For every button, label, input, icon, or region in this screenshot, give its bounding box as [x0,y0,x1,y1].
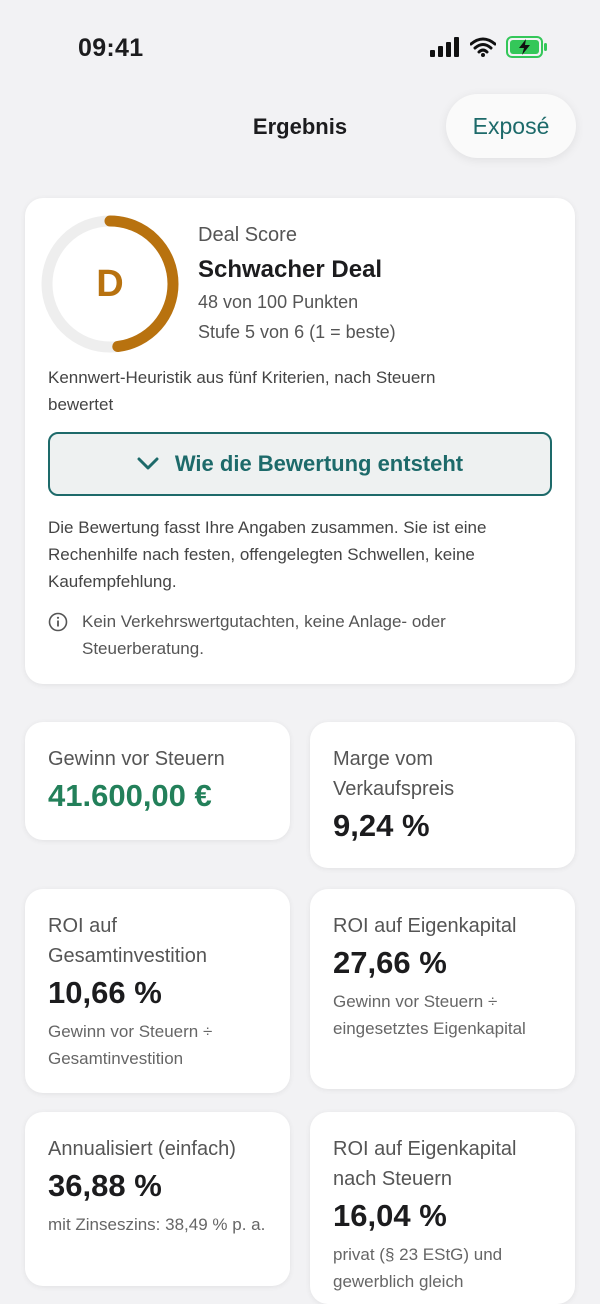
metric-value: 16,04 % [333,1198,447,1233]
score-label: Deal Score [198,224,297,246]
status-time: 09:41 [78,34,144,62]
metric-card-annualized: Annualisiert (einfach) 36,88 % mit Zinse… [25,1112,290,1286]
status-bar: 09:41 [0,0,600,96]
metric-value: 10,66 % [48,975,162,1010]
metric-value: 27,66 % [333,945,447,980]
info-icon [48,612,68,632]
metric-label: Annualisiert (einfach) [48,1138,236,1160]
metric-subtext: Gewinn vor Steuern ÷ eingesetztes Eigenk… [333,992,526,1038]
metric-value: 9,24 % [333,808,430,843]
battery-charging-icon [506,36,547,58]
score-note: Kennwert-Heuristik aus fünf Kriterien, n… [48,368,436,414]
metric-subtext: mit Zinseszins: 38,49 % p. a. [48,1215,266,1234]
metric-label: ROI auf Eigenkapital [333,915,517,937]
metric-value: 41.600,00 € [48,778,212,813]
score-level: Stufe 5 von 6 (1 = beste) [198,322,396,342]
metric-card-roi-equity-after-tax: ROI auf Eigenkapital nach Steuern 16,04 … [310,1112,575,1304]
metric-card-roi-equity: ROI auf Eigenkapital 27,66 % Gewinn vor … [310,889,575,1089]
expose-button[interactable]: Exposé [446,94,576,158]
nav-bar: Ergebnis Exposé [0,92,600,160]
metric-subtext: privat (§ 23 EStG) und gewerblich gleich [333,1245,503,1291]
signal-icon [430,37,459,57]
metric-label: ROI auf Eigenkapital nach Steuern [333,1138,517,1190]
deal-score-card: D Deal Score Schwacher Deal 48 von 100 P… [25,198,575,684]
score-grade: D [96,262,124,305]
metric-card-margin: Marge vom Verkaufspreis 9,24 % [310,722,575,868]
metric-card-roi-total: ROI auf Gesamtinvestition 10,66 % Gewinn… [25,889,290,1093]
score-points: 48 von 100 Punkten [198,292,359,312]
metric-subtext: Gewinn vor Steuern ÷ Gesamtinvestition [48,1022,213,1068]
status-icons [430,36,548,58]
chevron-down-icon [137,457,159,470]
rating-disclaimer: Die Bewertung fasst Ihre Angaben zusamme… [48,518,487,591]
wifi-icon [470,37,496,57]
explain-rating-label: Wie die Bewertung entsteht [174,451,464,476]
metric-value: 36,88 % [48,1168,162,1203]
score-title: Schwacher Deal [198,256,383,283]
metric-card-profit: Gewinn vor Steuern 41.600,00 € [25,722,290,840]
metric-label: Gewinn vor Steuern [48,748,225,770]
explain-rating-button[interactable]: Wie die Bewertung entsteht [48,432,552,496]
metric-label: Marge vom Verkaufspreis [333,748,455,800]
metric-label: ROI auf Gesamtinvestition [48,915,207,967]
advice-hint: Kein Verkehrswertgutachten, keine Anlage… [82,612,446,658]
